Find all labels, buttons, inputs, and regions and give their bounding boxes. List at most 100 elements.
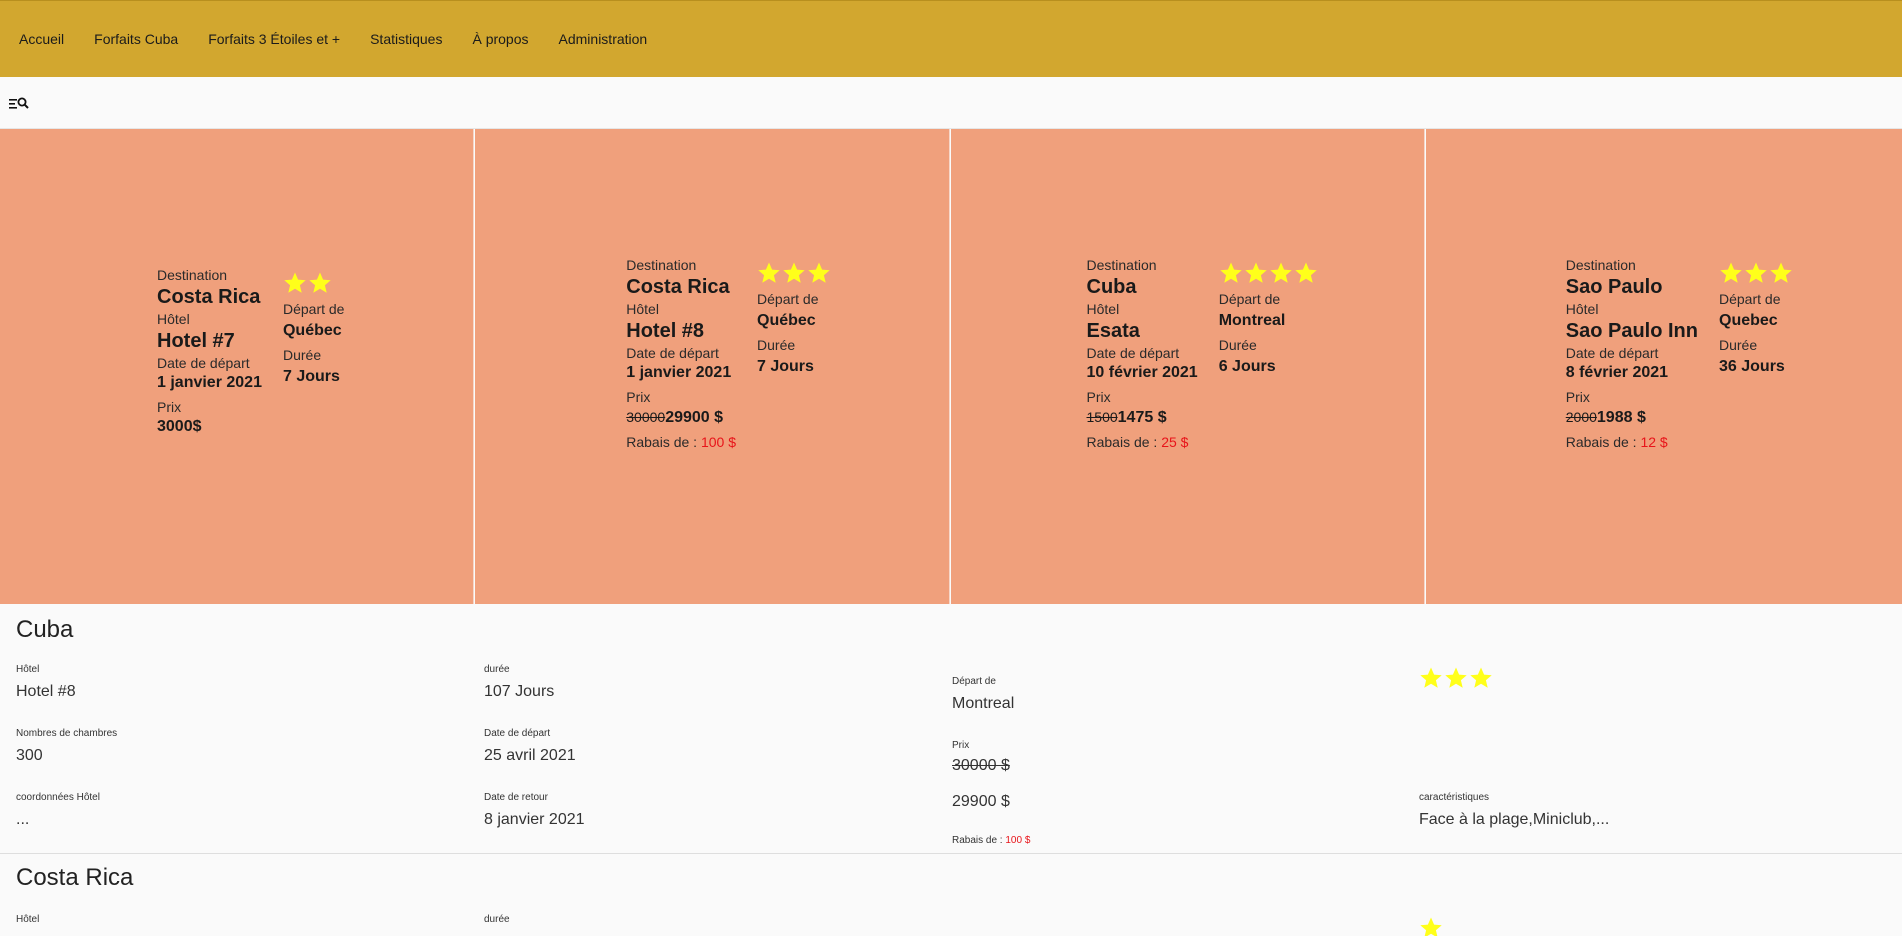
nav-forfaits-cuba[interactable]: Forfaits Cuba — [79, 1, 193, 77]
star-icon — [284, 272, 306, 293]
destination-label: Destination — [1565, 257, 1636, 273]
discount-label: Rabais de : — [1086, 434, 1162, 450]
star-icon — [1420, 917, 1442, 936]
depart-from-value: Montreal — [1218, 312, 1286, 329]
star-icon — [1270, 262, 1292, 283]
nav-administration[interactable]: Administration — [544, 1, 663, 77]
detail-discount-value: 100 $ — [1005, 835, 1031, 846]
old-price: 1500 — [1086, 409, 1118, 425]
new-price: 1988 $ — [1596, 409, 1646, 426]
discount-line: Rabais de : 100 $ — [626, 433, 736, 451]
nav-statistiques[interactable]: Statistiques — [355, 1, 457, 77]
hotel-label: Hôtel — [626, 301, 659, 317]
star-icon — [1770, 262, 1792, 283]
departure-date-value: 8 février 2021 — [1565, 364, 1669, 381]
detail-star-rating — [1419, 916, 1444, 936]
depart-from-label: Départ de — [1218, 291, 1281, 307]
destination-value: Costa Rica — [626, 276, 730, 298]
package-cards: Destination Costa Rica Hôtel Hotel #7 Da… — [0, 129, 1902, 604]
departure-date-value: 10 février 2021 — [1086, 364, 1198, 381]
nav-accueil[interactable]: Accueil — [4, 1, 79, 77]
detail-hotel-value: Hotel #8 — [16, 683, 76, 700]
depart-from-label: Départ de — [282, 301, 345, 317]
departure-date-label: Date de départ — [626, 345, 719, 361]
detail-depart-from-value: Montreal — [952, 695, 1015, 712]
hotel-value: Esata — [1086, 320, 1140, 342]
detail-features-value: Face à la plage,Miniclub,... — [1419, 811, 1610, 828]
duration-value: 36 Jours — [1719, 358, 1785, 375]
duration-label: Durée — [282, 347, 322, 363]
departure-date-label: Date de départ — [157, 355, 250, 371]
discount-label: Rabais de : — [626, 434, 701, 450]
old-price: 2000 — [1565, 409, 1597, 425]
new-price: 29900 $ — [665, 409, 724, 426]
star-icon — [309, 272, 331, 293]
detail-coords-value: ... — [16, 811, 30, 828]
nav-forfaits-3-etoiles[interactable]: Forfaits 3 Étoiles et + — [193, 1, 355, 77]
price-value: 15001475 $ — [1087, 406, 1198, 429]
destination-value: Sao Paulo — [1565, 276, 1663, 298]
departure-date-value: 1 janvier 2021 — [626, 364, 732, 381]
detail-hotel-label: Hôtel — [16, 664, 40, 675]
star-rating — [757, 258, 832, 288]
price-value: 3000$ — [157, 418, 202, 435]
star-icon — [1720, 262, 1742, 283]
detail-star-rating — [1419, 666, 1494, 690]
discount-line: Rabais de : 25 $ — [1087, 433, 1198, 451]
old-price: 30000 — [626, 409, 666, 425]
star-rating — [283, 268, 344, 298]
hotel-label: Hôtel — [157, 311, 190, 327]
detail-hotel-label: Hôtel — [16, 914, 40, 925]
detail-discount-label: Rabais de : — [952, 835, 1006, 846]
depart-from-value: Quebec — [1719, 312, 1778, 329]
detail-features-label: caractéristiques — [1419, 792, 1490, 803]
star-icon — [1295, 262, 1317, 283]
detail-old-price: 30000 $ — [952, 757, 1010, 774]
filter-search-icon[interactable] — [8, 94, 30, 112]
hotel-value: Hotel #8 — [626, 320, 705, 342]
detail-duration-value: 107 Jours — [484, 683, 555, 700]
duration-value: 7 Jours — [282, 368, 340, 385]
departure-date-label: Date de départ — [1086, 345, 1180, 361]
star-icon — [1220, 262, 1242, 283]
package-card[interactable]: Destination Cuba Hôtel Esata Date de dép… — [950, 129, 1425, 604]
discount-value: 12 $ — [1640, 434, 1668, 450]
detail-return-date-label: Date de retour — [484, 792, 548, 803]
price-label: Prix — [1565, 389, 1590, 405]
duration-value: 7 Jours — [757, 358, 814, 375]
price-value: 20001988 $ — [1566, 406, 1698, 429]
package-card[interactable]: Destination Costa Rica Hôtel Hotel #7 Da… — [0, 129, 475, 604]
package-card[interactable]: Destination Costa Rica Hôtel Hotel #8 Da… — [475, 129, 950, 604]
star-icon — [783, 262, 805, 283]
destination-label: Destination — [626, 257, 697, 273]
detail-departure-date-label: Date de départ — [484, 728, 551, 739]
hotel-label: Hôtel — [1086, 301, 1120, 317]
star-icon — [808, 262, 830, 283]
detail-duration-label: durée — [484, 914, 510, 925]
discount-value: 100 $ — [700, 434, 737, 450]
star-rating — [1719, 258, 1794, 288]
duration-value: 6 Jours — [1218, 358, 1276, 375]
detail-new-price: 29900 $ — [952, 793, 1010, 810]
star-icon — [1745, 262, 1767, 283]
depart-from-value: Québec — [282, 322, 342, 339]
destination-value: Cuba — [1086, 276, 1137, 298]
detail-rooms-value: 300 — [16, 747, 43, 764]
price-value: 3000029900 $ — [626, 406, 736, 429]
price-label: Prix — [157, 399, 182, 415]
departure-date-value: 1 janvier 2021 — [157, 374, 262, 391]
depart-from-label: Départ de — [1719, 291, 1781, 307]
destination-label: Destination — [157, 267, 228, 283]
detail-coords-label: coordonnées Hôtel — [16, 792, 100, 803]
nav-a-propos[interactable]: À propos — [457, 1, 543, 77]
star-icon — [1245, 262, 1267, 283]
top-navbar: Accueil Forfaits Cuba Forfaits 3 Étoiles… — [0, 0, 1902, 77]
package-card[interactable]: Destination Sao Paulo Hôtel Sao Paulo In… — [1425, 129, 1902, 604]
hotel-label: Hôtel — [1565, 301, 1599, 317]
destination-label: Destination — [1086, 257, 1157, 273]
discount-line: Rabais de : 12 $ — [1566, 433, 1698, 451]
new-price: 1475 $ — [1117, 409, 1167, 426]
duration-label: Durée — [1719, 337, 1758, 353]
star-rating — [1219, 258, 1319, 288]
star-icon — [1445, 667, 1467, 688]
